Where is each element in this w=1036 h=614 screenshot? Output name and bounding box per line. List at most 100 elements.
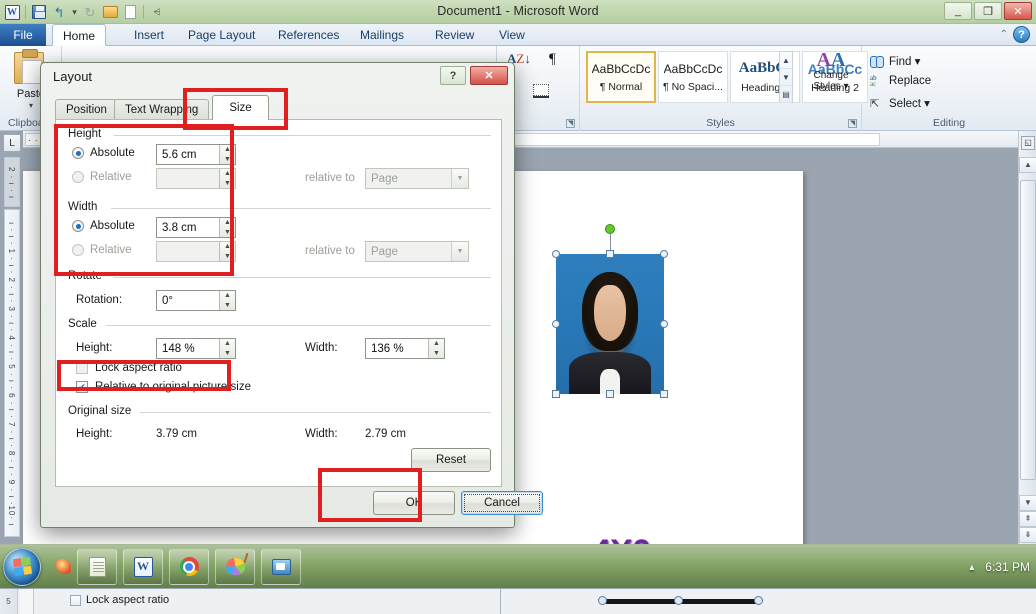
cancel-button[interactable]: Cancel [461, 491, 543, 515]
height-relative-radio[interactable] [72, 171, 84, 183]
spin-down-icon[interactable]: ▼ [220, 228, 235, 238]
bg-selected-object[interactable] [598, 593, 766, 609]
taskbar-item-ccleaner[interactable] [55, 559, 71, 575]
show-hidden-icons-icon[interactable]: ▲ [967, 562, 976, 572]
resize-handle-top-right[interactable] [660, 250, 668, 258]
minimize-ribbon-icon[interactable]: ⌃ [1000, 29, 1008, 40]
resize-handle-middle-left[interactable] [552, 320, 560, 328]
height-absolute-radio[interactable] [72, 147, 84, 159]
width-absolute-input[interactable]: 3.8 cm ▲ ▼ [156, 217, 236, 238]
rotation-value[interactable]: 0° [157, 295, 219, 307]
spin-down-icon[interactable]: ▼ [220, 349, 235, 359]
tab-review[interactable]: Review [425, 24, 484, 46]
height-absolute-spinner[interactable]: ▲ ▼ [219, 145, 235, 164]
select-browse-object-icon[interactable]: ◱ [1021, 136, 1035, 150]
paragraph-dialog-launcher[interactable]: ◥ [566, 119, 575, 128]
ok-button[interactable]: OK [373, 491, 455, 515]
find-button[interactable]: Find ▾ [870, 54, 920, 68]
taskbar-item-remote-desktop[interactable] [261, 548, 301, 585]
scale-height-spinner[interactable]: ▲ ▼ [219, 339, 235, 358]
width-absolute-radio[interactable] [72, 220, 84, 232]
spin-up-icon[interactable]: ▲ [220, 291, 235, 301]
styles-scroll-down-icon[interactable]: ▼ [780, 69, 792, 86]
scroll-up-button[interactable]: ▲ [1019, 157, 1036, 173]
spin-up-icon[interactable]: ▲ [429, 339, 444, 349]
relative-to-original-row[interactable]: ✔ Relative to original picture size [76, 381, 251, 393]
resize-handle-top-center[interactable] [606, 250, 614, 258]
dialog-tab-text-wrapping[interactable]: Text Wrapping [114, 99, 210, 120]
width-relative-radio[interactable] [72, 244, 84, 256]
height-absolute-radio-row[interactable]: Absolute [72, 147, 135, 159]
height-absolute-value[interactable]: 5.6 cm [157, 149, 219, 161]
rotation-input[interactable]: 0° ▲ ▼ [156, 290, 236, 311]
selected-picture[interactable] [552, 224, 668, 398]
vertical-scrollbar[interactable]: ◱ ▲ ▼ ⇞ ⇟ [1018, 131, 1036, 545]
spin-down-icon[interactable]: ▼ [220, 301, 235, 311]
help-icon[interactable]: ? [1013, 26, 1030, 43]
lock-aspect-ratio-checkbox[interactable] [76, 362, 88, 374]
height-relative-radio-row[interactable]: Relative [72, 171, 132, 183]
vertical-ruler[interactable]: ı · ı · 1 · ı · 2 · ı · 3 · ı · 4 · ı · … [4, 209, 20, 537]
reset-button[interactable]: Reset [411, 448, 491, 472]
width-absolute-value[interactable]: 3.8 cm [157, 222, 219, 234]
scrollbar-thumb[interactable] [1020, 180, 1036, 480]
styles-scroll-up-icon[interactable]: ▲ [780, 52, 792, 69]
dialog-tab-position[interactable]: Position [55, 99, 118, 120]
tab-file[interactable]: File [0, 24, 46, 46]
scroll-down-button[interactable]: ▼ [1019, 495, 1036, 511]
layout-dialog[interactable]: Layout ? ✕ Position Text Wrapping Size H… [40, 62, 543, 528]
clock[interactable]: 6:31 PM [985, 560, 1030, 574]
restore-button[interactable]: ❐ [974, 2, 1002, 20]
scale-height-value[interactable]: 148 % [157, 343, 219, 355]
taskbar-item-chrome[interactable] [169, 548, 209, 585]
bg-handle-right[interactable] [754, 596, 763, 605]
replace-button[interactable]: ab ac Replace [870, 75, 931, 88]
tab-insert[interactable]: Insert [124, 24, 174, 46]
rotation-handle[interactable] [605, 224, 615, 234]
styles-more-icon[interactable]: ▤ [780, 86, 792, 103]
relative-to-original-checkbox[interactable]: ✔ [76, 381, 88, 393]
dialog-help-button[interactable]: ? [440, 66, 466, 85]
resize-handle-top-left[interactable] [552, 250, 560, 258]
styles-dialog-launcher[interactable]: ◥ [848, 119, 857, 128]
scale-width-value[interactable]: 136 % [366, 343, 428, 355]
start-button[interactable] [3, 547, 41, 586]
tab-page-layout[interactable]: Page Layout [178, 24, 265, 46]
spin-down-icon[interactable]: ▼ [429, 349, 444, 359]
bg-handle-center[interactable] [674, 596, 683, 605]
change-styles-button[interactable]: AA Change Styles ▾ [805, 50, 857, 92]
spin-up-icon[interactable]: ▲ [220, 145, 235, 155]
dialog-close-button[interactable]: ✕ [470, 66, 508, 85]
style-normal[interactable]: AaBbCcDc ¶ Normal [586, 51, 656, 103]
styles-gallery-scroll[interactable]: ▲ ▼ ▤ [779, 51, 793, 103]
spin-up-icon[interactable]: ▲ [220, 339, 235, 349]
minimize-button[interactable]: _ [944, 2, 972, 20]
bg-lock-aspect-ratio-row[interactable]: Lock aspect ratio [70, 594, 169, 606]
system-tray[interactable]: ▲ 6:31 PM [967, 545, 1030, 589]
width-absolute-radio-row[interactable]: Absolute [72, 220, 135, 232]
show-formatting-marks-icon[interactable]: ¶ [549, 51, 556, 68]
tab-references[interactable]: References [268, 24, 349, 46]
tab-home[interactable]: Home [52, 24, 107, 46]
resize-handle-bottom-right[interactable] [660, 390, 668, 398]
previous-page-button[interactable]: ⇞ [1019, 511, 1036, 527]
spin-up-icon[interactable]: ▲ [220, 218, 235, 228]
scale-width-input[interactable]: 136 % ▲ ▼ [365, 338, 445, 359]
tab-view[interactable]: View [489, 24, 535, 46]
resize-handle-bottom-center[interactable] [606, 390, 614, 398]
taskbar-item-paint[interactable] [215, 548, 255, 585]
style-no-spacing[interactable]: AaBbCcDc ¶ No Spaci... [658, 51, 728, 103]
borders-icon[interactable] [533, 84, 549, 98]
taskbar[interactable]: W ▲ 6:31 PM [0, 544, 1036, 588]
tab-stop-selector[interactable]: L [3, 134, 21, 152]
next-page-button[interactable]: ⇟ [1019, 527, 1036, 543]
window-controls[interactable]: _ ❐ ✕ [944, 2, 1032, 20]
tab-mailings[interactable]: Mailings [350, 24, 414, 46]
resize-handle-middle-right[interactable] [660, 320, 668, 328]
taskbar-item-word[interactable]: W [123, 548, 163, 585]
width-relative-radio-row[interactable]: Relative [72, 244, 132, 256]
bg-lock-aspect-ratio-checkbox[interactable] [70, 594, 81, 606]
select-button[interactable]: ⇱ Select ▾ [870, 96, 930, 110]
background-window-strip[interactable]: 5 Lock aspect ratio [0, 588, 1036, 614]
scale-width-spinner[interactable]: ▲ ▼ [428, 339, 444, 358]
